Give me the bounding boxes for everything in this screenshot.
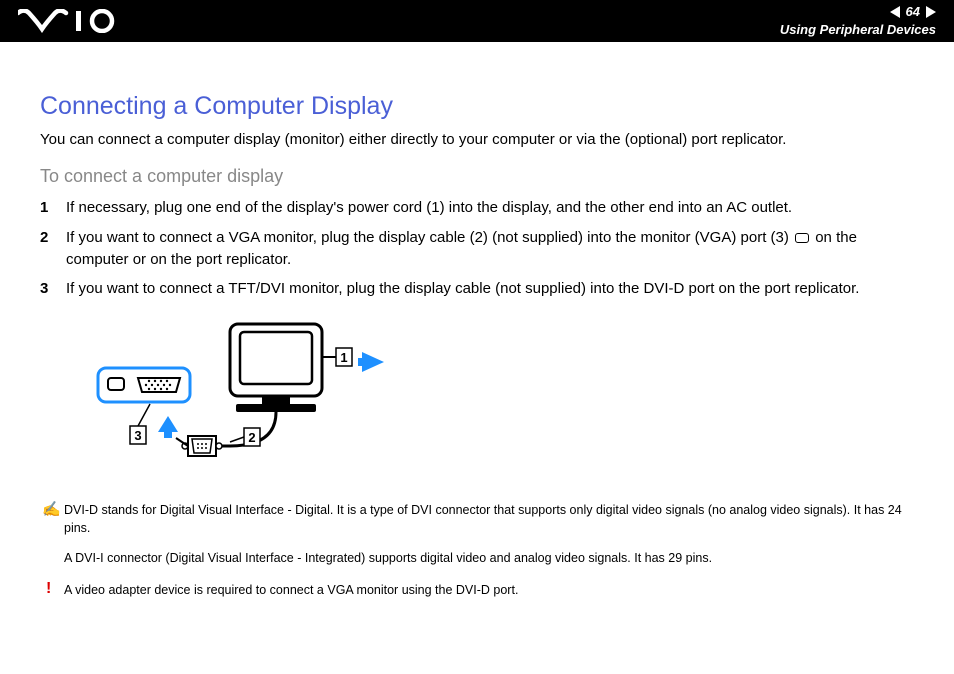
note-block: ✍ DVI-D stands for Digital Visual Interf… — [64, 501, 914, 567]
warning-text: A video adapter device is required to co… — [64, 581, 914, 599]
vaio-logo — [18, 9, 128, 33]
step-text: If you want to connect a VGA monitor, pl… — [66, 229, 789, 246]
warning-icon: ! — [46, 577, 51, 600]
step-item: If you want to connect a VGA monitor, pl… — [40, 227, 914, 271]
diagram-label-1: 1 — [340, 350, 347, 365]
step-item: If necessary, plug one end of the displa… — [40, 197, 914, 219]
section-title: Using Peripheral Devices — [780, 22, 936, 39]
vga-port-icon — [795, 233, 809, 243]
next-page-arrow-icon[interactable] — [926, 6, 936, 18]
diagram-label-3: 3 — [134, 428, 141, 443]
prev-page-arrow-icon[interactable] — [890, 6, 900, 18]
page-number: 64 — [906, 4, 920, 21]
main-heading: Connecting a Computer Display — [40, 92, 914, 121]
step-text: If you want to connect a TFT/DVI monitor… — [66, 280, 859, 297]
steps-list: If necessary, plug one end of the displa… — [40, 197, 914, 300]
page-content: Connecting a Computer Display You can co… — [0, 42, 954, 634]
diagram-label-2: 2 — [248, 430, 255, 445]
monitor-icon — [230, 324, 322, 412]
page-navigation: 64 — [780, 4, 936, 21]
step-text: If necessary, plug one end of the displa… — [66, 199, 792, 216]
warning-block: ! A video adapter device is required to … — [64, 581, 914, 599]
header-bar: 64 Using Peripheral Devices — [0, 0, 954, 42]
note-text: DVI-D stands for Digital Visual Interfac… — [64, 501, 914, 537]
step-item: If you want to connect a TFT/DVI monitor… — [40, 278, 914, 300]
note-icon: ✍ — [42, 499, 61, 521]
notes-section: ✍ DVI-D stands for Digital Visual Interf… — [64, 501, 914, 600]
sub-heading: To connect a computer display — [40, 166, 914, 187]
header-right: 64 Using Peripheral Devices — [780, 4, 936, 39]
arrow-right-icon — [358, 352, 384, 372]
intro-text: You can connect a computer display (moni… — [40, 131, 914, 148]
note-text: A DVI-I connector (Digital Visual Interf… — [64, 549, 914, 567]
arrow-up-icon — [158, 416, 178, 438]
connection-diagram: 1 3 — [80, 316, 914, 481]
